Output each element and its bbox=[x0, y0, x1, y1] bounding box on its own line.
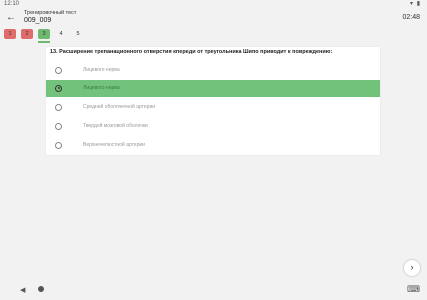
question-nav-item-1[interactable]: 1 bbox=[4, 29, 16, 39]
answer-option-3[interactable]: Средней оболочечной артерии bbox=[46, 99, 380, 116]
answer-label: Лицевого нерва bbox=[83, 85, 120, 91]
back-arrow-icon[interactable]: ← bbox=[5, 12, 17, 24]
radio-dot bbox=[57, 87, 60, 89]
test-subtitle: Тренировочный тест bbox=[24, 10, 77, 16]
title-block: Тренировочный тест 009_009 bbox=[24, 10, 76, 24]
radio-button[interactable] bbox=[55, 66, 62, 74]
system-back-icon[interactable]: ◀ bbox=[20, 286, 25, 294]
app-bar: ← Тренировочный тест 009_009 02:48 bbox=[0, 9, 427, 29]
radio-button[interactable] bbox=[55, 122, 62, 130]
keyboard-icon[interactable]: ⌨ bbox=[407, 284, 420, 295]
question-nav-item-2[interactable]: 2 bbox=[21, 29, 33, 39]
answer-option-2[interactable]: Лицевого нерва bbox=[46, 80, 380, 97]
question-nav-item-5[interactable]: 5 bbox=[72, 29, 84, 39]
question-card: 13. Расширение трепанационного отверстия… bbox=[46, 47, 380, 155]
active-question-indicator bbox=[38, 41, 50, 43]
radio-button[interactable] bbox=[55, 141, 62, 149]
answer-label: Средней оболочечной артерии bbox=[83, 104, 156, 110]
status-icons: ▾ ▮ bbox=[410, 1, 421, 7]
system-nav-bar: ◀ ⌨ bbox=[0, 283, 427, 300]
test-title: 009_009 bbox=[24, 17, 52, 24]
system-home-icon[interactable] bbox=[38, 286, 44, 292]
status-time: 12:10 bbox=[4, 1, 20, 7]
radio-button-selected[interactable] bbox=[55, 84, 62, 92]
next-question-button[interactable]: › bbox=[404, 260, 420, 276]
answer-label: Твердой мозговой оболочки bbox=[83, 123, 148, 129]
question-text: 13. Расширение трепанационного отверстия… bbox=[50, 49, 333, 55]
timer: 02:48 bbox=[402, 14, 420, 21]
status-bar: 12:10 ▾ ▮ bbox=[0, 0, 427, 9]
answer-option-1[interactable]: Лицевого нерва bbox=[46, 62, 380, 79]
question-nav-item-4[interactable]: 4 bbox=[55, 29, 67, 39]
answer-option-4[interactable]: Твердой мозговой оболочки bbox=[46, 118, 380, 135]
radio-button[interactable] bbox=[55, 103, 62, 111]
answer-label: Лицевого нерва bbox=[83, 67, 120, 73]
answer-label: Верхнечелюстной артерии bbox=[83, 142, 145, 148]
answer-option-5[interactable]: Верхнечелюстной артерии bbox=[46, 137, 380, 154]
question-nav-item-3[interactable]: 3 bbox=[38, 29, 50, 39]
